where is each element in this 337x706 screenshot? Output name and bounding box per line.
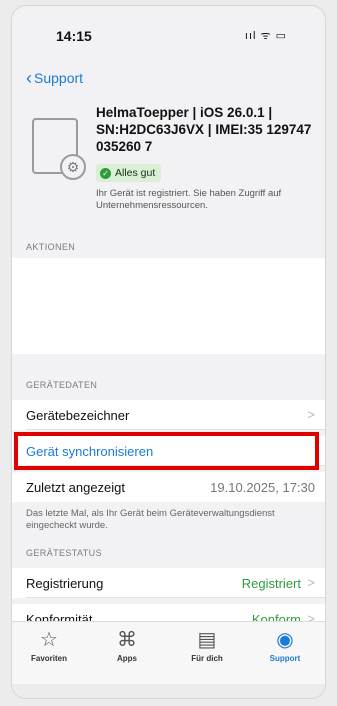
news-icon: ▤ — [197, 629, 217, 651]
home-indicator-area — [12, 684, 325, 698]
tab-support[interactable]: ◉ Support — [250, 628, 320, 663]
row-registration[interactable]: Registrierung Registriert > — [12, 568, 325, 598]
apps-icon: ⌘ — [117, 629, 137, 651]
tab-label: Support — [269, 654, 301, 663]
device-title: HelmaToepper | iOS 26.0.1 | SN:H2DC63J6V… — [96, 105, 312, 154]
status-badge: ✓ Alles gut — [96, 164, 162, 182]
gear-icon: ⚙ — [60, 154, 86, 180]
tab-label: Für dich — [191, 654, 223, 663]
support-icon: ◉ — [276, 629, 294, 651]
section-header-device-data: GERÄTEDATEN — [26, 380, 98, 390]
tab-bar: ☆ Favoriten ⌘ Apps ▤ Für dich ◉ Support — [12, 621, 325, 684]
row-last-seen: Zuletzt angezeigt 19.10.2025, 17:30 — [12, 472, 325, 502]
tab-for-you[interactable]: ▤ Für dich — [172, 628, 242, 663]
section-header-device-status: GERÄTESTATUS — [26, 548, 102, 558]
status-bar: 14:15 ııl ᯤ ▭ — [12, 6, 325, 46]
divider — [26, 429, 325, 430]
back-button[interactable]: ‹ Support — [26, 68, 84, 88]
tab-label: Apps — [117, 654, 137, 663]
tab-favorites[interactable]: ☆ Favoriten — [14, 628, 84, 663]
status-time: 14:15 — [56, 28, 92, 44]
actions-panel — [12, 258, 325, 354]
phone-screen: 14:15 ııl ᯤ ▭ ‹ Support ⚙ HelmaToepper |… — [12, 6, 325, 698]
tab-label: Favoriten — [30, 654, 67, 663]
chevron-left-icon: ‹ — [26, 68, 32, 88]
divider — [26, 597, 325, 598]
registration-label: Registrierung — [26, 576, 104, 591]
status-icons: ııl ᯤ ▭ — [244, 30, 287, 42]
device-icon: ⚙ — [32, 118, 86, 180]
section-header-actions: AKTIONEN — [26, 242, 76, 252]
check-icon: ✓ — [100, 167, 111, 179]
tab-apps[interactable]: ⌘ Apps — [92, 628, 162, 663]
last-seen-value: 19.10.2025, 17:30 — [210, 480, 315, 495]
device-identifier-label: Gerätebezeichner — [26, 408, 130, 423]
highlight-box — [14, 432, 319, 470]
chevron-right-icon: > — [307, 407, 315, 422]
row-device-identifier[interactable]: Gerätebezeichner > — [12, 400, 325, 430]
chevron-right-icon: > — [307, 575, 315, 590]
star-icon: ☆ — [40, 629, 58, 651]
last-seen-note: Das letzte Mal, als Ihr Gerät beim Gerät… — [26, 508, 275, 531]
registration-value: Registriert — [241, 576, 301, 591]
last-seen-label: Zuletzt angezeigt — [26, 480, 126, 495]
back-label: Support — [34, 70, 84, 86]
registration-info: Ihr Gerät ist registriert. Sie haben Zug… — [96, 188, 282, 211]
badge-label: Alles gut — [115, 167, 156, 179]
